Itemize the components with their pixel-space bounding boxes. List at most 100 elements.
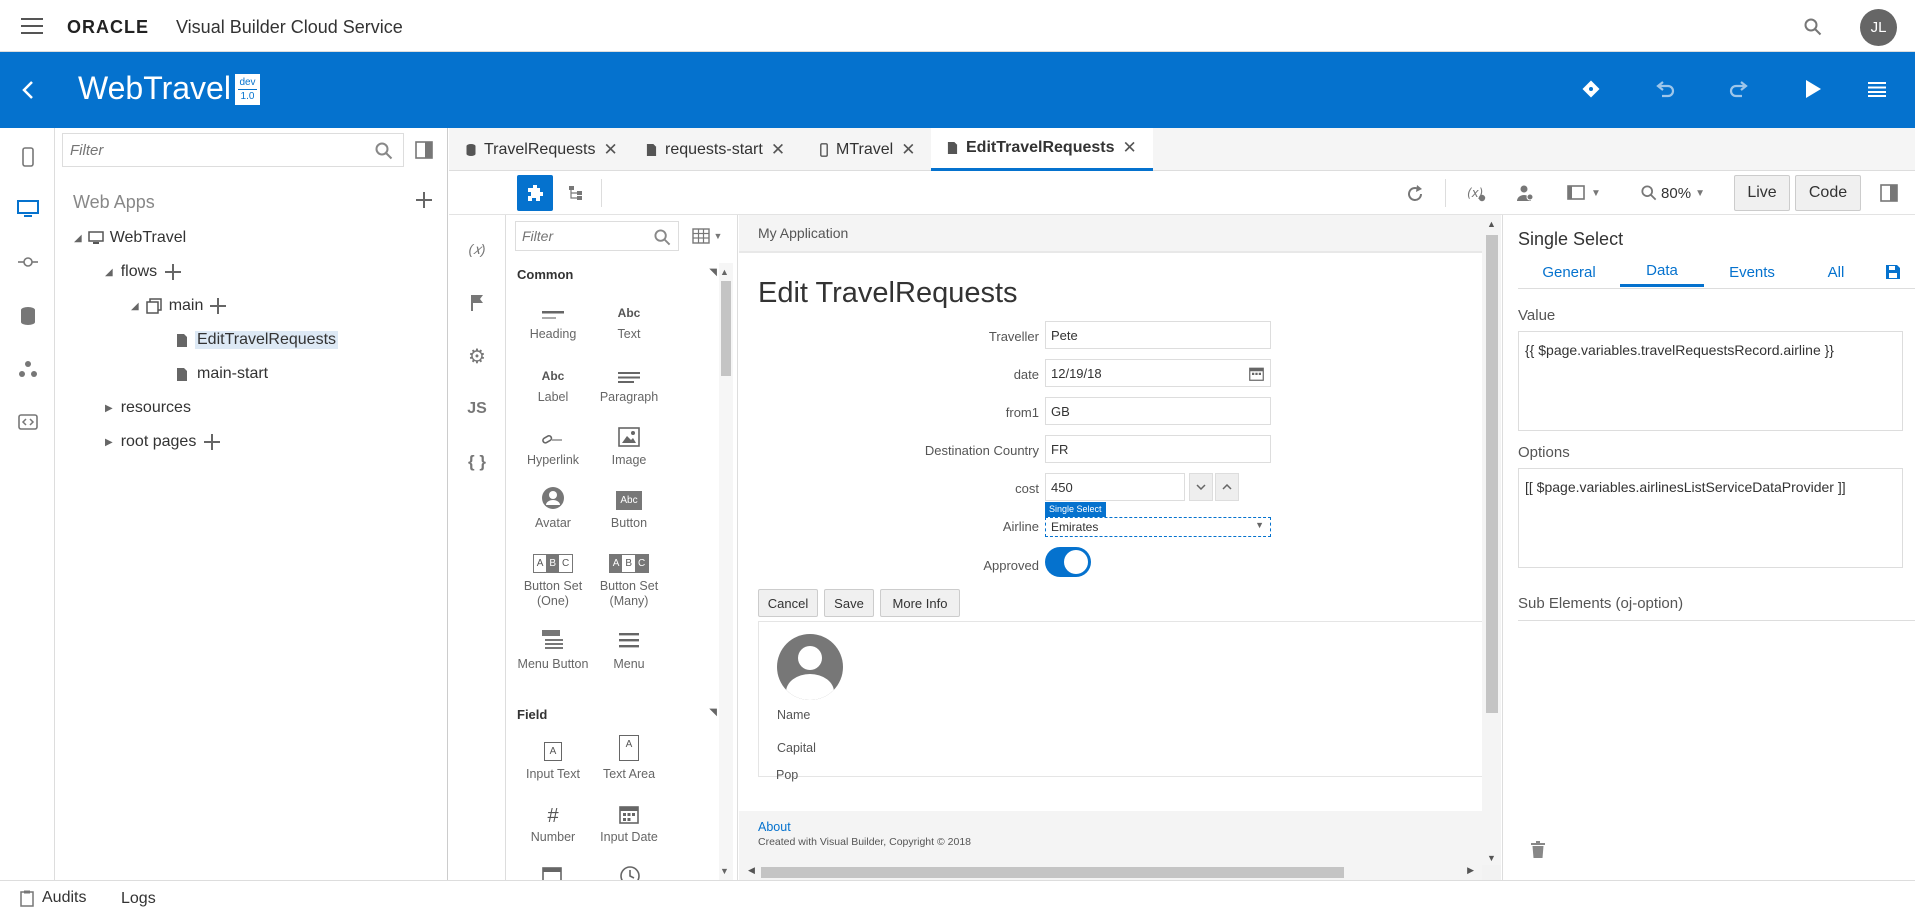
palette-item-image[interactable]: Image [591,421,667,468]
collapse-section-icon[interactable]: ◥ [709,707,717,722]
palette-common-header[interactable]: Common ◥ [517,267,717,282]
palette-item-menu-button[interactable]: Menu Button [515,625,591,672]
tree-node-main-start[interactable]: main-start [176,365,270,383]
run-play-icon[interactable] [1800,76,1826,102]
palette-item-button[interactable]: Abc Button [591,484,667,531]
filter-search-icon[interactable] [373,140,395,162]
palette-item-input-text[interactable]: A Input Text [515,735,591,782]
from-input[interactable]: GB [1045,397,1271,425]
palette-item-avatar[interactable]: Avatar [515,484,591,531]
navigator-filter[interactable] [62,133,404,167]
search-icon[interactable] [1802,16,1824,38]
zoom-select[interactable]: 80% ▼ [1633,179,1713,207]
canvas-h-scroll-thumb[interactable] [761,867,1344,878]
expand-triangle-icon[interactable]: ◢ [131,301,139,312]
calendar-icon[interactable] [1249,366,1264,381]
events-flag-icon[interactable] [464,291,490,315]
cost-decrement-button[interactable] [1189,473,1213,501]
service-connections-icon[interactable] [14,250,42,274]
add-page-icon[interactable] [210,298,227,314]
expand-triangle-icon[interactable]: ◢ [74,233,82,244]
palette-item-text-area[interactable]: A Text Area [591,735,667,782]
palette-item-menu[interactable]: Menu [591,625,667,672]
add-web-app-icon[interactable] [414,190,434,210]
delete-trash-icon[interactable] [1527,839,1549,861]
mobile-apps-icon[interactable] [16,144,40,170]
collapse-triangle-icon[interactable]: ▶ [105,403,113,414]
tab-mtravel[interactable]: MTravel ✕ [820,128,915,171]
tab-travelrequests[interactable]: TravelRequests ✕ [466,128,618,171]
back-chevron-icon[interactable] [16,76,40,104]
canvas-horizontal-scrollbar[interactable]: ◀ ▶ [739,865,1482,880]
audits-button[interactable]: Audits [20,889,86,907]
save-button[interactable]: Save [824,589,874,617]
tab-events[interactable]: Events [1704,257,1800,287]
approved-toggle[interactable] [1045,547,1091,577]
code-mode-button[interactable]: Code [1795,175,1861,211]
tree-node-flows[interactable]: ◢ flows [105,263,182,281]
canvas-vertical-scrollbar[interactable]: ▲ ▼ [1482,215,1501,865]
close-tab-icon[interactable]: ✕ [771,140,785,160]
tree-node-edittravelrequests[interactable]: EditTravelRequests [176,331,339,349]
redo-icon[interactable] [1726,76,1752,102]
palette-item-paragraph[interactable]: Paragraph [591,358,667,405]
palette-item-heading[interactable]: Heading [515,295,591,342]
about-link[interactable]: About [758,820,791,834]
tab-all[interactable]: All [1800,257,1872,287]
palette-item-button-set-many[interactable]: ABC Button Set (Many) [591,547,667,609]
components-palette-icon[interactable] [517,175,553,211]
git-diamond-icon[interactable] [1578,76,1604,102]
user-avatar[interactable]: JL [1860,9,1897,46]
cancel-button[interactable]: Cancel [758,589,818,617]
tab-edittravelrequests[interactable]: EditTravelRequests ✕ [931,128,1153,171]
variables-icon[interactable]: (𝑥) [462,237,492,261]
structure-tree-icon[interactable] [564,181,588,205]
tab-data[interactable]: Data [1620,257,1704,287]
page-variables-icon[interactable]: (x) [1463,181,1489,205]
palette-item-hyperlink[interactable]: Hyperlink [515,421,591,468]
tree-node-resources[interactable]: ▶ resources [105,399,191,417]
palette-item-text[interactable]: Abc Text [591,295,667,342]
palette-search-icon[interactable] [652,227,672,247]
palette-scroll-thumb[interactable] [721,281,731,376]
palette-scrollbar[interactable]: ▲ ▼ [719,263,733,880]
tab-general[interactable]: General [1518,257,1620,287]
props-save-icon[interactable] [1882,261,1904,283]
value-expression-field[interactable]: {{ $page.variables.travelRequestsRecord.… [1518,331,1903,431]
tree-node-main[interactable]: ◢ main [131,297,227,315]
live-mode-button[interactable]: Live [1734,175,1790,211]
palette-view-grid-icon[interactable]: ▼ [686,225,728,247]
palette-field-header[interactable]: Field ◥ [517,707,717,722]
tree-node-root-pages[interactable]: ▶ root pages [105,433,221,451]
canvas-v-scroll-thumb[interactable] [1486,235,1498,713]
chevron-down-icon[interactable]: ▼ [1255,520,1264,530]
collapse-triangle-icon[interactable]: ▶ [105,437,113,448]
undo-icon[interactable] [1652,76,1678,102]
hamburger-menu-icon[interactable] [20,14,46,38]
close-tab-icon[interactable]: ✕ [1123,138,1137,158]
json-braces-icon[interactable]: { } [462,450,492,474]
palette-item-label[interactable]: Abc Label [515,358,591,405]
palette-filter[interactable] [515,221,679,251]
business-objects-icon[interactable] [14,303,42,329]
palette-item-input-date[interactable]: Input Date [591,798,667,845]
device-size-icon[interactable]: ▼ [1562,181,1606,205]
user-roles-icon[interactable] [1513,181,1537,205]
add-root-page-icon[interactable] [204,434,221,450]
navigator-filter-input[interactable] [63,134,343,166]
javascript-icon[interactable]: JS [462,397,492,421]
logs-button[interactable]: Logs [121,890,156,908]
options-expression-field[interactable]: [[ $page.variables.airlinesListServiceDa… [1518,468,1903,568]
collapse-section-icon[interactable]: ◥ [709,267,717,282]
app-menu-icon[interactable] [1864,76,1890,102]
cost-input[interactable]: 450 [1045,473,1271,501]
collapse-panel-icon[interactable] [412,138,436,162]
refresh-icon[interactable] [1403,182,1427,206]
properties-panel-toggle-icon[interactable] [1877,181,1901,205]
cost-increment-button[interactable] [1215,473,1239,501]
airline-select[interactable]: Emirates ▼ [1045,517,1271,537]
settings-gear-icon[interactable]: ⚙ [464,344,490,368]
traveller-input[interactable]: Pete [1045,321,1271,349]
palette-filter-input[interactable] [516,222,636,250]
more-info-button[interactable]: More Info [880,589,960,617]
